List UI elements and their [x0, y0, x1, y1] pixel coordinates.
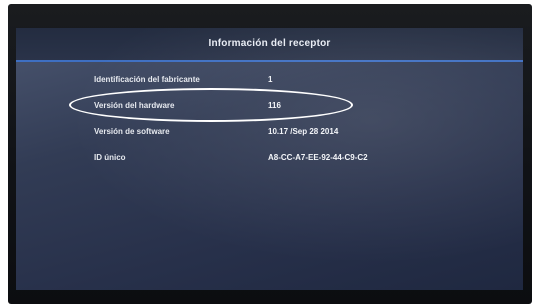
- info-value: A8-CC-A7-EE-92-44-C9-C2: [268, 153, 368, 162]
- info-row-unique-id: ID único A8-CC-A7-EE-92-44-C9-C2: [16, 153, 523, 167]
- title-bar: Información del receptor: [16, 28, 523, 62]
- info-label: ID único: [94, 153, 126, 162]
- page-title: Información del receptor: [208, 38, 331, 49]
- receiver-info-screen: Información del receptor Identificación …: [16, 28, 523, 290]
- info-value: 10.17 /Sep 28 2014: [268, 127, 339, 136]
- info-label: Versión de software: [94, 127, 170, 136]
- info-row-manufacturer-id: Identificación del fabricante 1: [16, 75, 523, 89]
- info-value: 1: [268, 75, 273, 84]
- hardware-version-highlight-oval: [69, 88, 353, 122]
- info-row-software-version: Versión de software 10.17 /Sep 28 2014: [16, 127, 523, 141]
- info-label: Identificación del fabricante: [94, 75, 200, 84]
